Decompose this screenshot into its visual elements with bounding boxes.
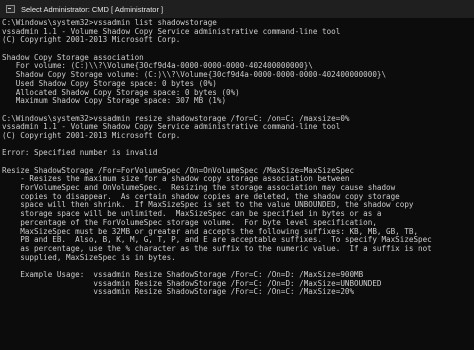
title-bar[interactable]: Select Administrator: CMD [ Administrato… <box>0 0 474 18</box>
console-line: (C) Copyright 2001-2013 Microsoft Corp. <box>2 130 181 140</box>
cmd-icon <box>6 5 15 13</box>
console-line: Maximum Shadow Copy Storage space: 307 M… <box>2 96 227 106</box>
console-line: supplied, MaxSizeSpec is in bytes. <box>2 252 176 262</box>
window-title: Select Administrator: CMD [ Administrato… <box>21 4 164 14</box>
console-line: vssadmin Resize ShadowStorage /For=C: /O… <box>2 287 355 297</box>
console-output[interactable]: C:\Windows\system32>vssadmin list shadow… <box>0 19 474 350</box>
console-line: (C) Copyright 2001-2013 Microsoft Corp. <box>2 35 181 45</box>
cmd-window: Select Administrator: CMD [ Administrato… <box>0 0 474 350</box>
console-line: Error: Specified number is invalid <box>2 148 158 158</box>
